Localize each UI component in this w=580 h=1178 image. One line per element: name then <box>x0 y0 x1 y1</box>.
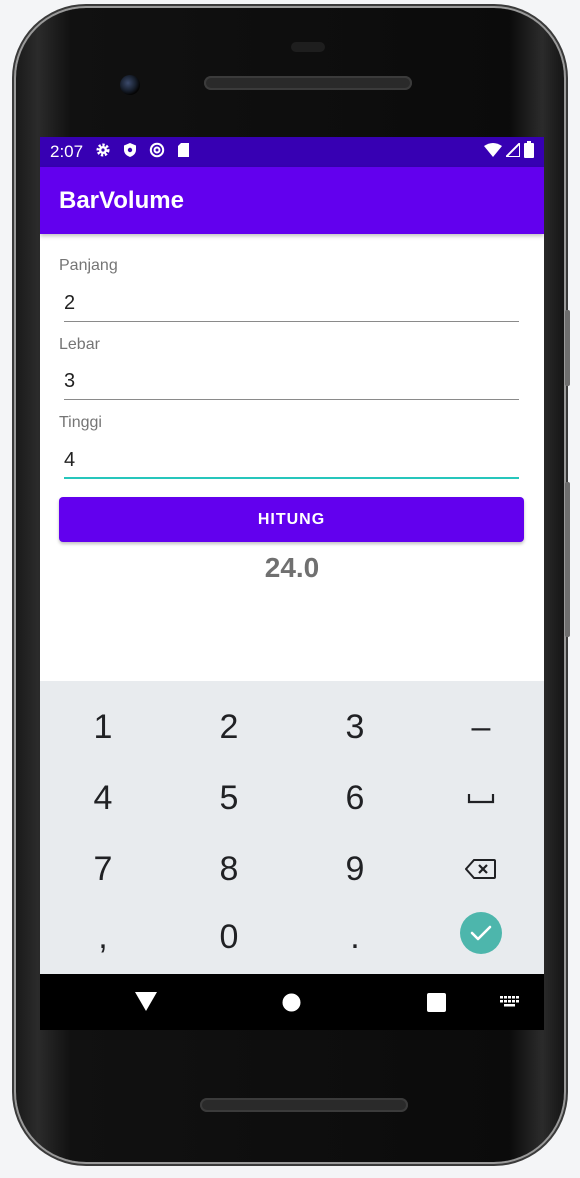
volume-rocker[interactable] <box>565 482 570 637</box>
key-4[interactable]: 4 <box>40 763 166 833</box>
status-bar: 2:07 <box>40 137 544 167</box>
home-icon[interactable] <box>281 992 301 1012</box>
app-bar: BarVolume <box>40 167 544 234</box>
at-sign-icon <box>149 142 165 163</box>
bottom-speaker-grille <box>200 1098 408 1112</box>
space-icon <box>467 794 495 804</box>
space-key[interactable] <box>418 763 544 833</box>
key-period[interactable]: . <box>292 902 418 972</box>
lebar-label: Lebar <box>59 336 100 353</box>
lebar-input[interactable] <box>64 364 519 400</box>
done-key[interactable] <box>418 898 544 968</box>
key-2[interactable]: 2 <box>166 692 292 762</box>
key-6[interactable]: 6 <box>292 763 418 833</box>
key-0[interactable]: 0 <box>166 902 292 972</box>
keyboard-switch-icon[interactable] <box>499 995 521 1009</box>
panjang-input[interactable] <box>64 286 519 322</box>
tinggi-input[interactable] <box>64 443 519 479</box>
key-comma[interactable]: , <box>40 902 166 972</box>
navigation-bar <box>40 974 544 1030</box>
tinggi-label: Tinggi <box>59 414 102 431</box>
checkmark-icon <box>460 912 502 954</box>
power-button[interactable] <box>565 310 570 386</box>
key-8[interactable]: 8 <box>166 834 292 904</box>
app-title: BarVolume <box>59 186 184 214</box>
front-camera <box>120 75 140 95</box>
battery-icon <box>524 141 534 163</box>
backspace-key[interactable] <box>418 834 544 904</box>
screen: 2:07 BarVolume Panjang 2 Lebar 3 Tinggi … <box>40 137 544 974</box>
hitung-button[interactable]: HITUNG <box>59 497 524 542</box>
recents-icon[interactable] <box>426 992 446 1012</box>
numeric-keyboard: 1 2 3 – 4 5 6 7 8 9 , 0 . <box>40 681 544 974</box>
key-minus[interactable]: – <box>418 692 544 762</box>
backspace-icon <box>465 859 496 879</box>
shield-icon <box>123 142 137 163</box>
result-text: 24.0 <box>264 552 320 583</box>
key-7[interactable]: 7 <box>40 834 166 904</box>
top-speaker-grille <box>204 76 412 90</box>
form-content: Panjang Lebar Tinggi HITUNG 24.0 <box>40 234 544 681</box>
wifi-icon <box>484 142 502 162</box>
key-1[interactable]: 1 <box>40 692 166 762</box>
key-9[interactable]: 9 <box>292 834 418 904</box>
status-time: 2:07 <box>50 142 84 161</box>
sd-card-icon <box>177 142 190 163</box>
signal-icon <box>503 140 521 162</box>
key-5[interactable]: 5 <box>166 763 292 833</box>
earpiece <box>291 42 325 52</box>
gear-icon <box>95 142 111 163</box>
back-icon[interactable] <box>134 990 158 1014</box>
panjang-label: Panjang <box>59 257 118 274</box>
key-3[interactable]: 3 <box>292 692 418 762</box>
